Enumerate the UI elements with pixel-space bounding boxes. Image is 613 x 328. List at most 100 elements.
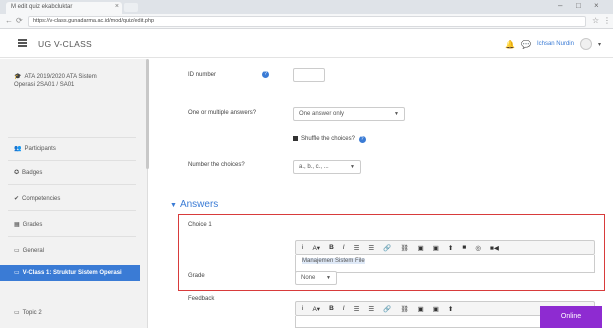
sidebar-scrollbar[interactable]	[146, 59, 149, 169]
grade-value: None	[301, 275, 316, 281]
bold-icon[interactable]: B	[329, 244, 334, 251]
font-style-icon[interactable]: A▾	[312, 244, 320, 252]
one-multiple-select[interactable]: One answer only ▼	[293, 107, 405, 121]
badge-icon: ✪	[14, 170, 20, 176]
sidebar-item-topic-2[interactable]: ▭ Topic 2	[0, 309, 140, 316]
answers-heading: Answers	[179, 199, 219, 210]
one-multiple-label: One or multiple answers?	[188, 110, 257, 116]
sidebar-item-label: V-Class 1: Struktur Sistem Operasi	[22, 270, 122, 276]
video-icon[interactable]: ■	[462, 244, 466, 251]
record-icon[interactable]: ◎	[475, 244, 481, 252]
avatar[interactable]	[579, 38, 592, 50]
id-number-field[interactable]	[293, 68, 325, 82]
numbering-label: Number the choices?	[188, 162, 245, 168]
link-icon[interactable]: 🔗	[383, 244, 391, 252]
numbered-list-icon[interactable]: ☰	[368, 305, 374, 313]
shuffle-checkbox[interactable]: Shuffle the choices? ?	[293, 136, 366, 144]
minimize-button[interactable]: –	[558, 1, 562, 10]
sidebar-divider	[8, 160, 136, 161]
media-icon[interactable]: ▣	[433, 305, 439, 313]
font-style-icon[interactable]: A▾	[312, 305, 320, 313]
editor-toolbar: i A▾ B I ☰ ☰ 🔗 ⛓ ▣ ▣ ⬆ ■ ◎ ■◀	[295, 240, 595, 255]
media-icon[interactable]: ▣	[433, 244, 439, 252]
browser-tab-title: M edit quiz ekabcluktar	[11, 4, 73, 10]
star-icon[interactable]: ☆	[592, 16, 599, 25]
sidebar-item-label: ATA 2019/2020 ATA Sistem Operasi 2SA01 /…	[14, 74, 97, 88]
browser-tab-strip: M edit quiz ekabcluktar × – □ ×	[0, 0, 613, 14]
shuffle-label: Shuffle the choices?	[301, 136, 355, 143]
sidebar-item-general[interactable]: ▭ General	[0, 247, 140, 254]
sidebar-divider	[8, 137, 136, 138]
italic-icon[interactable]: I	[343, 305, 345, 312]
grade-label: Grade	[188, 273, 205, 279]
sidebar-item-course[interactable]: 🎓 ATA 2019/2020 ATA Sistem Operasi 2SA01 …	[0, 73, 115, 89]
image-icon[interactable]: ▣	[418, 305, 424, 313]
sidebar: 🎓 ATA 2019/2020 ATA Sistem Operasi 2SA01 …	[0, 59, 149, 328]
url-text: https://v-class.gunadarma.ac.id/mod/quiz…	[33, 18, 155, 24]
users-icon: 👥	[14, 146, 22, 152]
chevron-down-icon: ▼	[326, 275, 331, 281]
sidebar-divider	[8, 184, 136, 185]
bold-icon[interactable]: B	[329, 305, 334, 312]
help-icon[interactable]: ?	[262, 71, 269, 78]
chevron-down-icon: ▼	[350, 164, 355, 170]
upload-icon[interactable]: ⬆	[448, 305, 453, 313]
maximize-button[interactable]: □	[576, 1, 581, 10]
menu-icon[interactable]: ⋮	[603, 16, 611, 25]
one-multiple-value: One answer only	[299, 111, 345, 117]
help-icon[interactable]: ?	[358, 136, 366, 144]
numbering-value: a., b., c., ...	[299, 164, 329, 170]
bullet-list-icon[interactable]: ☰	[354, 244, 360, 252]
unlink-icon[interactable]: ⛓	[400, 305, 408, 313]
feedback-label: Feedback	[188, 296, 215, 302]
grade-select[interactable]: None ▼	[295, 271, 337, 285]
close-window-button[interactable]: ×	[594, 1, 599, 10]
info-icon[interactable]: i	[302, 244, 303, 251]
tab-close-icon[interactable]: ×	[115, 3, 119, 10]
online-status-button[interactable]: Online	[540, 306, 602, 328]
site-brand[interactable]: UG V-CLASS	[38, 39, 92, 49]
sidebar-item-badges[interactable]: ✪ Badges	[0, 169, 140, 176]
choice-1-label: Choice 1	[188, 222, 212, 228]
audio-icon[interactable]: ■◀	[490, 244, 499, 252]
sidebar-item-grades[interactable]: ▦ Grades	[0, 221, 140, 228]
sidebar-divider	[8, 210, 136, 211]
choice-1-text: Manajemen Sistem File	[302, 258, 365, 264]
sidebar-item-competencies[interactable]: ✔ Competencies	[0, 195, 140, 202]
back-icon[interactable]: ←	[5, 16, 13, 25]
numbered-list-icon[interactable]: ☰	[368, 244, 374, 252]
browser-tab[interactable]: M edit quiz ekabcluktar ×	[6, 2, 122, 14]
grid-icon: ▦	[14, 222, 20, 228]
link-icon[interactable]: 🔗	[383, 305, 391, 313]
user-name[interactable]: Ichsan Nurdin	[537, 41, 574, 47]
triangle-down-icon: ▼	[170, 202, 177, 209]
reload-icon[interactable]: ⟳	[16, 16, 23, 25]
folder-icon: ▭	[14, 270, 20, 276]
sidebar-item-label: Grades	[22, 222, 43, 228]
choice-1-editor[interactable]: Manajemen Sistem File	[295, 255, 595, 273]
image-icon[interactable]: ▣	[418, 244, 424, 252]
bell-icon[interactable]: 🔔	[505, 40, 515, 49]
hamburger-icon[interactable]	[18, 39, 27, 47]
question-edit-form: ID number ? One or multiple answers? One…	[150, 59, 613, 328]
info-icon[interactable]: i	[302, 305, 303, 312]
answers-section-toggle[interactable]: ▼ Answers	[170, 199, 218, 210]
new-tab-button[interactable]	[124, 3, 138, 12]
top-navbar: UG V-CLASS 🔔 💬 Ichsan Nurdin ▾	[0, 30, 613, 58]
bullet-list-icon[interactable]: ☰	[354, 305, 360, 313]
sidebar-item-label: Participants	[24, 146, 56, 152]
chat-icon[interactable]: 💬	[521, 40, 531, 49]
folder-icon: ▭	[14, 310, 20, 316]
numbering-select[interactable]: a., b., c., ... ▼	[293, 160, 361, 174]
unlink-icon[interactable]: ⛓	[400, 244, 408, 252]
check-icon: ✔	[14, 196, 20, 202]
url-field[interactable]: https://v-class.gunadarma.ac.id/mod/quiz…	[28, 16, 586, 27]
italic-icon[interactable]: I	[343, 244, 345, 251]
id-number-label: ID number	[188, 72, 217, 78]
sidebar-item-participants[interactable]: 👥 Participants	[0, 145, 140, 152]
chevron-down-icon: ▼	[394, 111, 399, 117]
sidebar-item-vclass-1[interactable]: ▭ V-Class 1: Struktur Sistem Operasi	[0, 265, 140, 281]
chevron-down-icon[interactable]: ▾	[598, 41, 601, 48]
upload-icon[interactable]: ⬆	[448, 244, 453, 252]
checkbox-checked-icon	[293, 136, 298, 141]
